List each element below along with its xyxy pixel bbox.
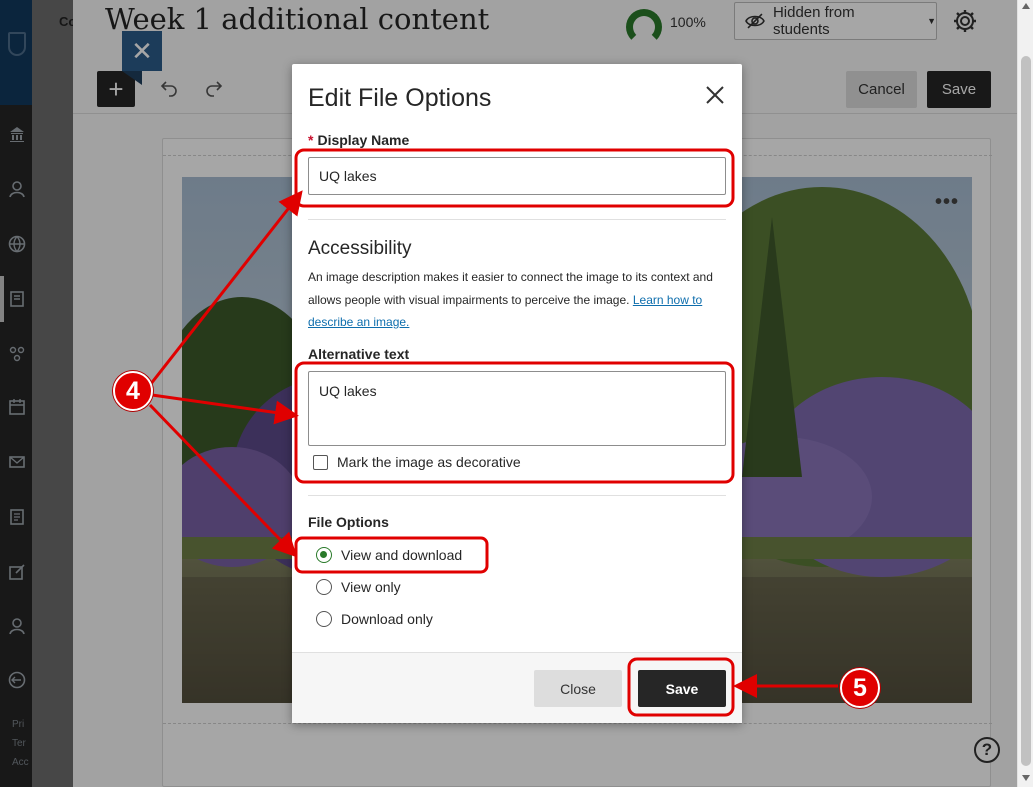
dialog-footer: Close Save [292,652,742,723]
scrollbar[interactable] [1017,0,1033,787]
file-options-label: File Options [308,514,389,530]
radio-unselected[interactable] [316,579,332,595]
scroll-up-icon[interactable] [1022,3,1030,9]
decorative-option[interactable]: Mark the image as decorative [313,454,521,470]
alt-text-textarea[interactable]: UQ lakes [308,371,726,446]
radio-view-and-download[interactable]: View and download [316,547,462,563]
alt-text-label: Alternative text [308,346,410,362]
step-4-callout: 4 [113,371,153,411]
save-button[interactable]: Save [638,670,726,707]
step-5-callout: 5 [840,668,880,708]
radio-label: View only [341,579,401,595]
radio-view-only[interactable]: View only [316,579,401,595]
divider [308,495,726,496]
scroll-down-icon[interactable] [1022,775,1030,781]
radio-selected[interactable] [316,547,332,563]
close-icon[interactable] [704,84,728,108]
accessibility-heading: Accessibility [308,238,412,259]
required-mark: * [308,132,314,148]
close-button[interactable]: Close [534,670,622,707]
radio-label: Download only [341,611,433,627]
display-name-label-text: Display Name [317,132,410,148]
display-name-label: * Display Name [308,132,409,148]
dialog-title: Edit File Options [308,84,492,112]
edit-file-options-dialog: Edit File Options * Display Name UQ lakes… [292,64,742,723]
accessibility-description: An image description makes it easier to … [308,266,728,334]
decorative-label: Mark the image as decorative [337,454,521,470]
radio-download-only[interactable]: Download only [316,611,433,627]
divider [308,219,726,220]
radio-label: View and download [341,547,463,563]
radio-unselected[interactable] [316,611,332,627]
display-name-input[interactable]: UQ lakes [308,157,726,195]
decorative-checkbox[interactable] [313,454,328,470]
scrollbar-thumb[interactable] [1021,56,1031,766]
